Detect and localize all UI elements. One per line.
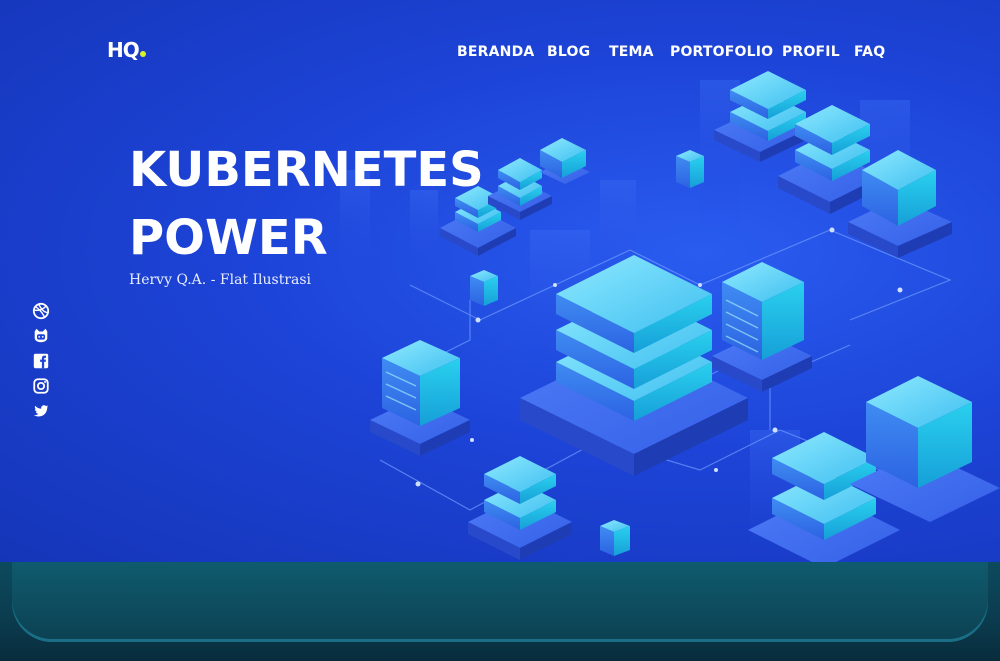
page-title: KUBERNETES POWER <box>129 136 484 272</box>
hero-section: HQ BERANDA BLOG TEMA PORTOFOLIO PROFIL F… <box>0 0 1000 562</box>
title-line-1: KUBERNETES <box>129 142 484 198</box>
page-subtitle: Hervy Q.A. - Flat Ilustrasi <box>129 272 312 288</box>
instagram-icon[interactable] <box>32 377 50 395</box>
facebook-icon[interactable] <box>32 352 50 370</box>
github-icon[interactable] <box>32 327 50 345</box>
nav-item-faq[interactable]: FAQ <box>854 44 885 60</box>
nav-item-blog[interactable]: BLOG <box>547 44 590 60</box>
nav-item-profil[interactable]: PROFIL <box>782 44 840 60</box>
twitter-icon[interactable] <box>32 402 50 420</box>
nav-item-portofolio[interactable]: PORTOFOLIO <box>670 44 773 60</box>
nav-item-tema[interactable]: TEMA <box>609 44 654 60</box>
main-nav: BERANDA BLOG TEMA PORTOFOLIO PROFIL FAQ <box>0 44 1000 64</box>
nav-item-beranda[interactable]: BERANDA <box>457 44 534 60</box>
title-line-2: POWER <box>129 210 328 266</box>
social-links <box>32 302 52 427</box>
bottom-band <box>0 562 1000 661</box>
bottom-panel <box>12 562 988 642</box>
dribbble-icon[interactable] <box>32 302 50 320</box>
